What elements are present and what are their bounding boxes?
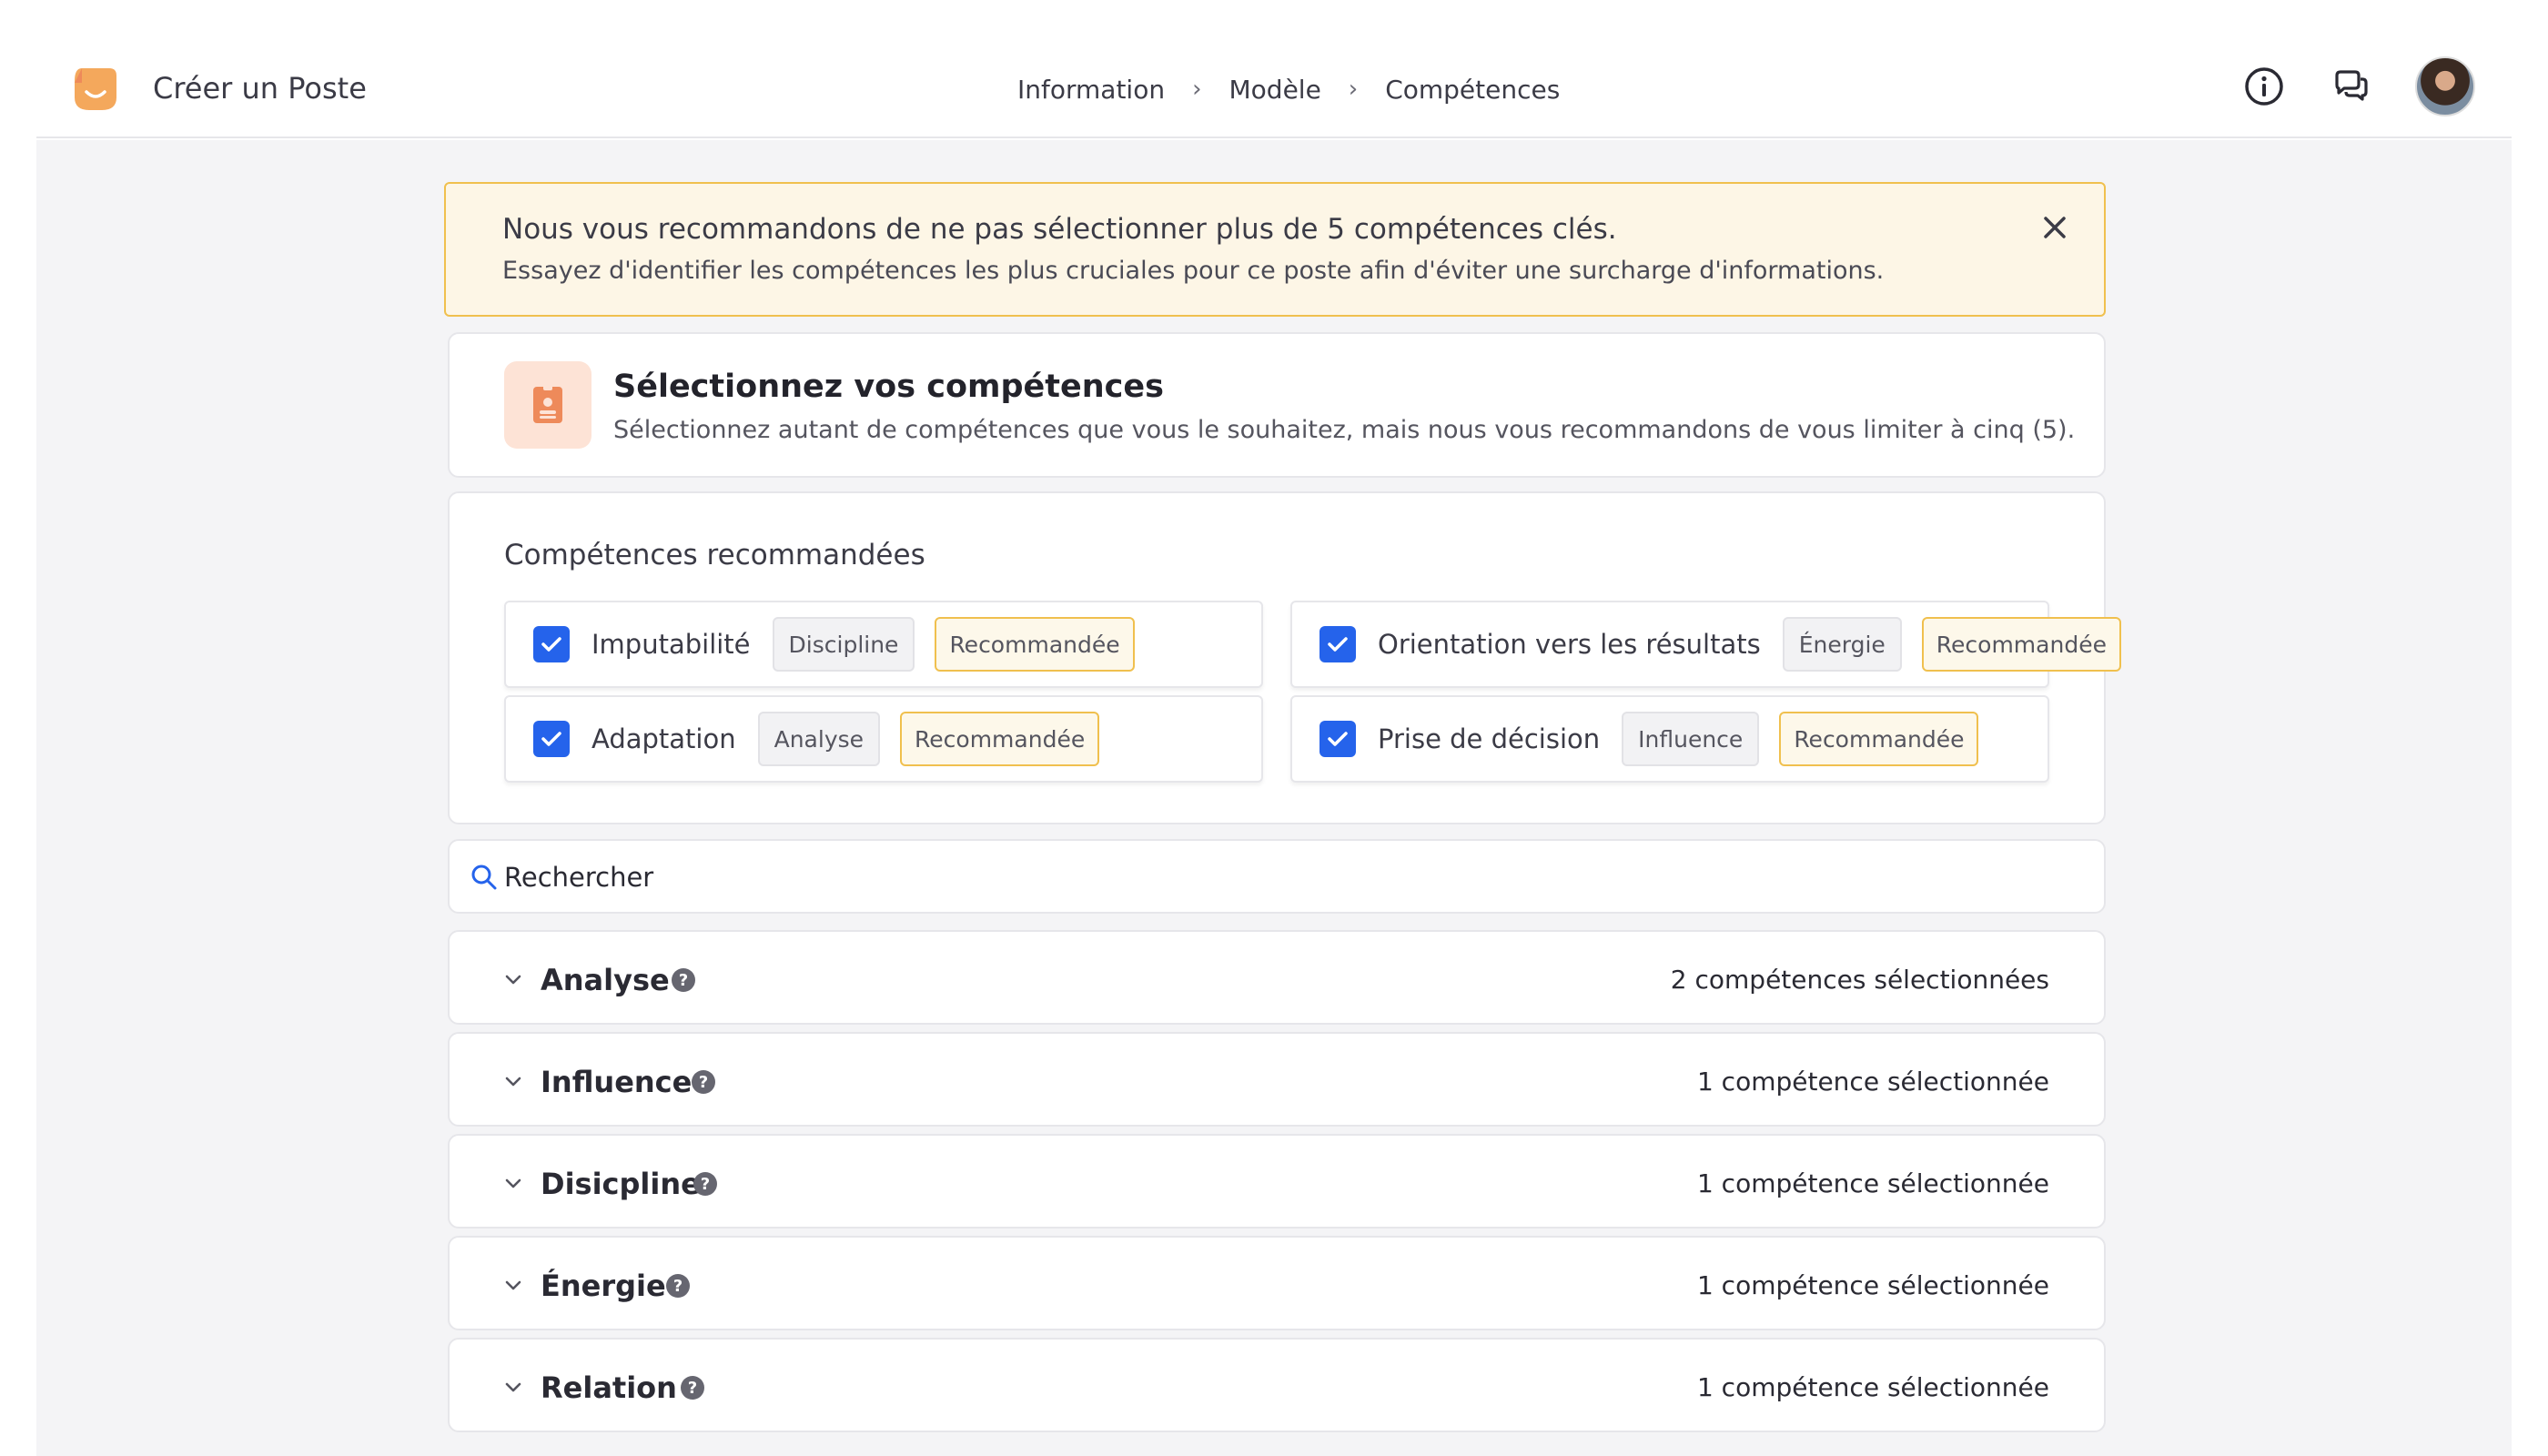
search-icon — [471, 864, 497, 890]
chevron-down-icon[interactable] — [500, 1374, 526, 1400]
checkbox-checked[interactable] — [533, 626, 570, 662]
header-actions — [2199, 56, 2475, 116]
category-tag: Influence — [1622, 712, 1760, 766]
info-icon[interactable] — [2242, 65, 2286, 108]
category-tag: Énergie — [1782, 617, 1902, 672]
chevron-down-icon[interactable] — [500, 1170, 526, 1196]
category-row-energie[interactable]: Énergie ? 1 compétence sélectionnée — [448, 1236, 2106, 1330]
warning-alert: Nous vous recommandons de ne pas sélecti… — [444, 182, 2106, 317]
category-name: Disicpline — [541, 1167, 701, 1201]
skill-label: Prise de décision — [1378, 723, 1601, 754]
avatar[interactable] — [2415, 56, 2475, 116]
category-row-discipline[interactable]: Disicpline ? 1 compétence sélectionnée — [448, 1134, 2106, 1228]
skill-label: Imputabilité — [592, 629, 751, 660]
alert-description: Essayez d'identifier les compétences les… — [502, 257, 1885, 285]
recommended-skill-item[interactable]: Adaptation Analyse Recommandée — [504, 695, 1263, 783]
selected-count: 2 compétences sélectionnées — [1670, 965, 2049, 995]
recommended-skill-item[interactable]: Imputabilité Discipline Recommandée — [504, 601, 1263, 688]
brand-logo[interactable] — [73, 65, 118, 112]
page: Créer un Poste Information › Modèle › Co… — [0, 0, 2548, 1456]
help-icon[interactable]: ? — [666, 1274, 690, 1298]
section-subtitle: Sélectionnez autant de compétences que v… — [613, 416, 2076, 444]
checkbox-checked[interactable] — [1320, 721, 1356, 757]
section-header: Sélectionnez vos compétences Sélectionne… — [448, 332, 2106, 478]
badge-id-icon — [504, 361, 592, 449]
selected-count: 1 compétence sélectionnée — [1696, 1168, 2049, 1198]
category-row-relation[interactable]: Relation ? 1 compétence sélectionnée — [448, 1338, 2106, 1432]
close-icon[interactable] — [2037, 209, 2073, 246]
recommended-skill-item[interactable]: Prise de décision Influence Recommandée — [1290, 695, 2049, 783]
skill-label: Adaptation — [592, 723, 736, 754]
breadcrumb-separator: › — [1192, 76, 1202, 103]
search-bar — [448, 839, 2106, 914]
section-title: Sélectionnez vos compétences — [613, 369, 1164, 405]
search-input[interactable] — [504, 854, 2051, 901]
app-title: Créer un Poste — [153, 71, 367, 106]
recommended-badge: Recommandée — [1779, 712, 1979, 766]
recommended-skill-item[interactable]: Orientation vers les résultats Énergie R… — [1290, 601, 2121, 688]
category-name: Relation — [541, 1370, 677, 1405]
category-name: Énergie — [541, 1269, 666, 1303]
chevron-down-icon[interactable] — [500, 1272, 526, 1298]
recommended-skills-card: Compétences recommandées Imputabilité Di… — [448, 491, 2121, 824]
help-icon[interactable]: ? — [681, 1376, 704, 1400]
category-row-analyse[interactable]: Analyse ? 2 compétences sélectionnées — [448, 930, 2106, 1025]
recommended-badge: Recommandée — [900, 712, 1100, 766]
category-name: Influence — [541, 1065, 693, 1099]
skill-label: Orientation vers les résultats — [1378, 629, 1761, 660]
chevron-down-icon[interactable] — [500, 966, 526, 992]
help-icon[interactable]: ? — [692, 1070, 715, 1094]
recommended-badge: Recommandée — [935, 617, 1135, 672]
breadcrumb: Information › Modèle › Compétences — [1017, 71, 1560, 107]
category-tag: Discipline — [772, 617, 915, 672]
breadcrumb-competences[interactable]: Compétences — [1385, 75, 1560, 105]
category-name: Analyse — [541, 963, 670, 997]
category-tag: Analyse — [757, 712, 881, 766]
recommended-title: Compétences recommandées — [504, 539, 925, 571]
recommended-badge: Recommandée — [1921, 617, 2121, 672]
checkbox-checked[interactable] — [533, 721, 570, 757]
selected-count: 1 compétence sélectionnée — [1696, 1372, 2049, 1402]
category-row-influence[interactable]: Influence ? 1 compétence sélectionnée — [448, 1032, 2106, 1127]
selected-count: 1 compétence sélectionnée — [1696, 1067, 2049, 1097]
alert-title: Nous vous recommandons de ne pas sélecti… — [502, 213, 1617, 246]
breadcrumb-modele[interactable]: Modèle — [1229, 75, 1321, 105]
breadcrumb-information[interactable]: Information — [1017, 75, 1165, 105]
checkbox-checked[interactable] — [1320, 626, 1356, 662]
help-icon[interactable]: ? — [672, 968, 695, 992]
top-header: Créer un Poste Information › Modèle › Co… — [36, 0, 2512, 138]
selected-count: 1 compétence sélectionnée — [1696, 1270, 2049, 1300]
help-icon[interactable]: ? — [693, 1172, 717, 1196]
chat-icon[interactable] — [2330, 65, 2373, 108]
breadcrumb-separator: › — [1348, 76, 1359, 103]
chevron-down-icon[interactable] — [500, 1068, 526, 1094]
